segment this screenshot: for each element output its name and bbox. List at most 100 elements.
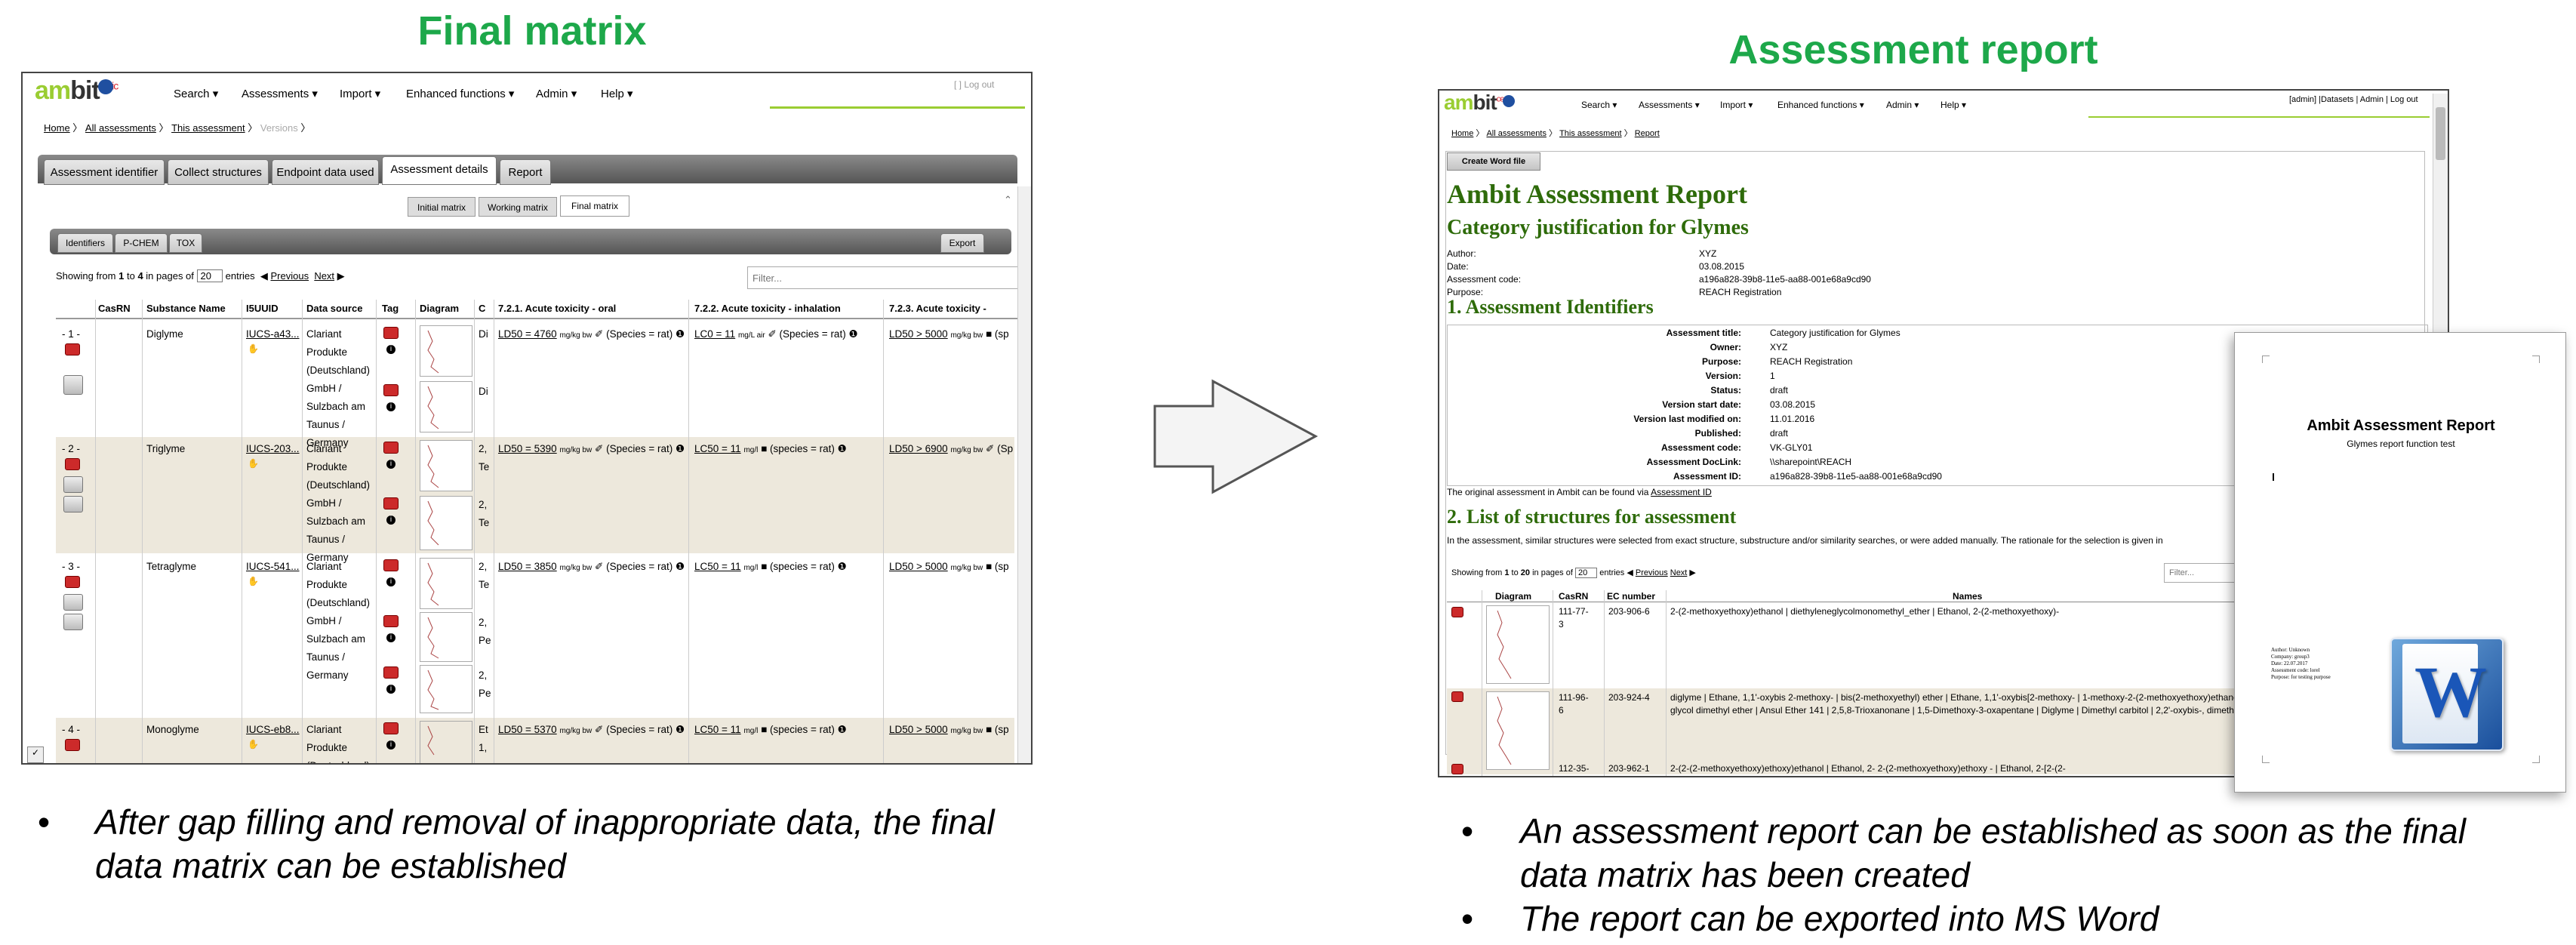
inner-tab-p-chem[interactable]: P-CHEM — [115, 233, 168, 253]
move-down-button[interactable] — [63, 614, 83, 630]
previous-link[interactable]: Previous — [271, 270, 309, 282]
delete-icon[interactable] — [383, 442, 399, 454]
col-acute-dermal[interactable]: 7.2.3. Acute toxicity - — [889, 300, 986, 318]
nav-import[interactable]: Import ▾ — [1720, 100, 1753, 110]
subtab-initial-matrix[interactable]: Initial matrix — [408, 197, 475, 217]
nav-search[interactable]: Search ▾ — [1581, 100, 1617, 110]
info-icon[interactable]: i — [386, 633, 395, 642]
col-diagram[interactable]: Diagram — [420, 300, 459, 318]
row-menu-button[interactable] — [63, 375, 83, 395]
scroll-up-icon[interactable]: ⌃ — [1004, 194, 1012, 206]
top-links[interactable]: [admin] |Datasets | Admin | Log out — [2289, 95, 2418, 104]
col-tag[interactable]: Tag — [382, 300, 399, 318]
nav-enhanced-functions[interactable]: Enhanced functions ▾ — [406, 87, 514, 100]
delete-icon[interactable] — [65, 343, 80, 356]
delete-icon[interactable] — [383, 384, 399, 396]
delete-icon[interactable] — [1451, 691, 1463, 702]
breadcrumb-this-assessment[interactable]: This assessment — [171, 122, 245, 134]
breadcrumb-home[interactable]: Home — [44, 122, 70, 134]
move-up-button[interactable] — [63, 476, 83, 493]
nav-help[interactable]: Help ▾ — [1940, 100, 1966, 110]
create-word-file-button[interactable]: Create Word file — [1447, 152, 1540, 171]
login-links[interactable]: [ ] Log out — [954, 79, 994, 90]
col-casrn[interactable]: CasRN — [1559, 590, 1588, 603]
breadcrumb-versions[interactable]: Versions — [260, 122, 298, 134]
uuid-link[interactable]: IUCS-a43... — [246, 325, 300, 343]
page-size-select[interactable]: 20 — [196, 269, 223, 282]
delete-icon[interactable] — [65, 458, 80, 470]
delete-icon[interactable] — [383, 666, 399, 679]
hand-icon[interactable]: ✋ — [248, 343, 259, 354]
breadcrumb-report[interactable]: Report — [1635, 129, 1660, 138]
nav-import[interactable]: Import ▾ — [340, 87, 380, 100]
uuid-link[interactable]: IUCS-203... — [246, 440, 300, 458]
delete-icon[interactable] — [1451, 764, 1463, 774]
info-icon[interactable]: i — [386, 685, 395, 694]
tab-report[interactable]: Report — [500, 159, 551, 185]
delete-icon[interactable] — [383, 327, 399, 339]
col-substance-name[interactable]: Substance Name — [146, 300, 226, 318]
info-icon[interactable]: i — [386, 345, 395, 354]
row-number: - 3 - — [62, 561, 81, 572]
move-down-button[interactable] — [63, 496, 83, 513]
vertical-scrollbar[interactable] — [1017, 186, 1031, 763]
hand-icon[interactable]: ✋ — [248, 576, 259, 586]
breadcrumb-this-assessment[interactable]: This assessment — [1559, 129, 1622, 138]
info-icon[interactable]: i — [386, 740, 395, 750]
delete-icon[interactable] — [65, 576, 80, 588]
hand-icon[interactable]: ✋ — [248, 458, 259, 469]
meta-author-label: Author: — [1447, 248, 1476, 259]
nav-assessments[interactable]: Assessments ▾ — [1639, 100, 1700, 110]
nav-admin[interactable]: Admin ▾ — [536, 87, 577, 100]
delete-icon[interactable] — [383, 559, 399, 571]
col-names[interactable]: Names — [1953, 590, 1982, 603]
col-c[interactable]: C — [479, 300, 485, 318]
info-icon[interactable]: i — [386, 516, 395, 525]
subtab-working-matrix[interactable]: Working matrix — [479, 197, 557, 217]
export-button[interactable]: Export — [940, 233, 984, 253]
delete-icon[interactable] — [383, 615, 399, 627]
uuid-link[interactable]: IUCS-541... — [246, 558, 300, 576]
col-acute-inhalation[interactable]: 7.2.2. Acute toxicity - inhalation — [694, 300, 841, 318]
col-i5uuid[interactable]: I5UUID — [246, 300, 279, 318]
move-up-button[interactable] — [63, 594, 83, 611]
scrollbar-thumb[interactable] — [2436, 107, 2445, 160]
nav-enhanced-functions[interactable]: Enhanced functions ▾ — [1777, 100, 1864, 110]
col-acute-oral[interactable]: 7.2.1. Acute toxicity - oral — [498, 300, 616, 318]
col-data-source[interactable]: Data source — [306, 300, 362, 318]
next-link[interactable]: Next — [1670, 568, 1688, 577]
nav-assessments[interactable]: Assessments ▾ — [242, 87, 318, 100]
delete-icon[interactable] — [383, 722, 399, 734]
info-icon[interactable]: i — [386, 402, 395, 411]
breadcrumb-all-assessments[interactable]: All assessments — [1486, 129, 1546, 138]
tab-collect-structures[interactable]: Collect structures — [168, 159, 269, 185]
previous-link[interactable]: Previous — [1636, 568, 1668, 577]
delete-icon[interactable] — [1451, 607, 1463, 617]
inner-tab-tox[interactable]: TOX — [169, 233, 202, 253]
col-diagram[interactable]: Diagram — [1495, 590, 1531, 603]
hand-icon[interactable]: ✋ — [248, 739, 259, 750]
c-value: Et — [479, 724, 488, 735]
tab-assessment-identifier[interactable]: Assessment identifier — [44, 159, 165, 185]
tab-assessment-details[interactable]: Assessment details — [382, 156, 497, 185]
nav-admin[interactable]: Admin ▾ — [1886, 100, 1919, 110]
subtab-final-matrix[interactable]: Final matrix — [560, 195, 629, 217]
breadcrumb-all-assessments[interactable]: All assessments — [85, 122, 156, 134]
breadcrumb-home[interactable]: Home — [1451, 129, 1473, 138]
filter-input[interactable] — [747, 266, 1020, 289]
info-icon[interactable]: i — [386, 460, 395, 469]
col-casrn[interactable]: CasRN — [98, 300, 131, 318]
check-icon[interactable]: ✓ — [27, 746, 44, 763]
delete-icon[interactable] — [383, 497, 399, 509]
nav-search[interactable]: Search ▾ — [174, 87, 218, 100]
inner-tab-identifiers[interactable]: Identifiers — [57, 233, 113, 253]
info-icon[interactable]: i — [386, 577, 395, 586]
page-size-select[interactable]: 20 — [1574, 568, 1598, 578]
assessment-id-link[interactable]: Assessment ID — [1651, 487, 1712, 497]
next-link[interactable]: Next — [314, 270, 334, 282]
delete-icon[interactable] — [65, 739, 80, 751]
nav-help[interactable]: Help ▾ — [601, 87, 633, 100]
col-ec-number[interactable]: EC number — [1607, 590, 1655, 603]
uuid-link[interactable]: IUCS-eb8... — [246, 721, 300, 739]
tab-endpoint-data-used[interactable]: Endpoint data used — [272, 159, 379, 185]
